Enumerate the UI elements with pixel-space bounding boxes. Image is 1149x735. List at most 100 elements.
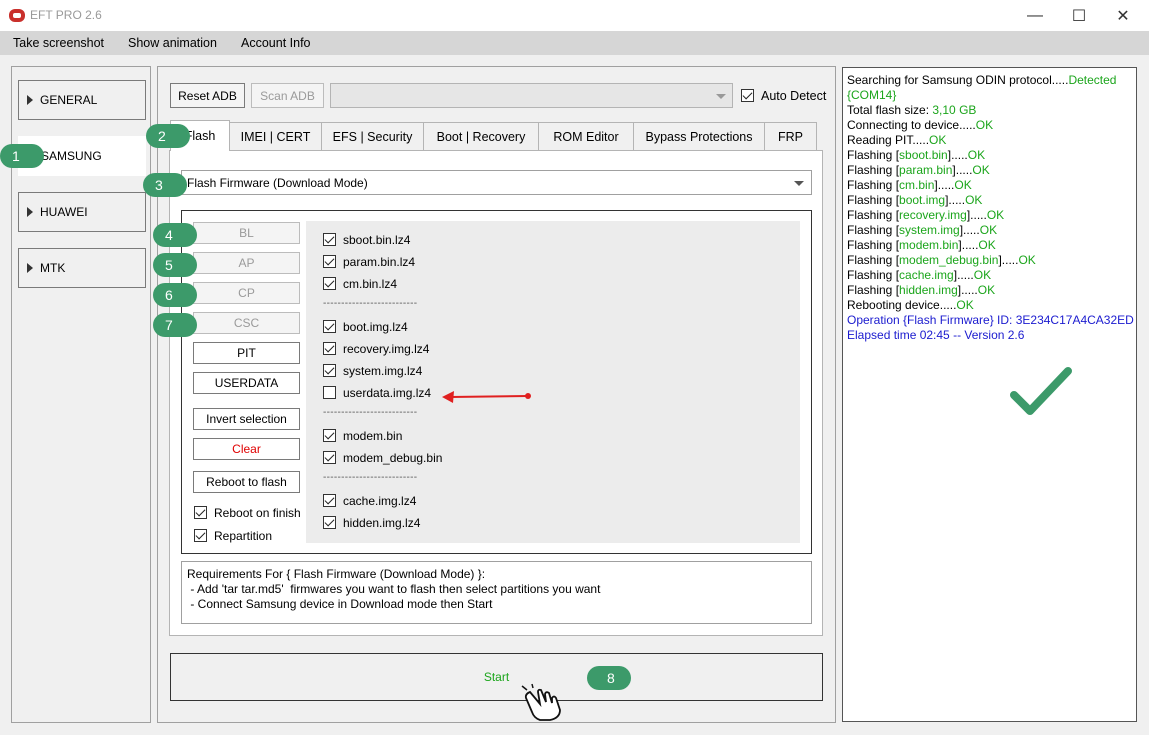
clear-button[interactable]: Clear: [193, 438, 300, 460]
sidebar-item-mtk[interactable]: MTK: [18, 248, 146, 288]
repartition-checkbox[interactable]: [194, 529, 207, 542]
sidebar-item-huawei[interactable]: HUAWEI: [18, 192, 146, 232]
log-line: Operation {Flash Firmware} ID: 3E234C17A…: [847, 313, 1134, 327]
log-line: Reading PIT.....OK: [847, 133, 947, 147]
step-marker: 5: [153, 253, 197, 277]
separator: --------------------------: [323, 472, 418, 483]
partition-label: param.bin.lz4: [343, 255, 416, 269]
partition-checkbox[interactable]: [323, 320, 336, 333]
partition-checkbox[interactable]: [323, 451, 336, 464]
bl-button[interactable]: BL: [193, 222, 300, 244]
requirements-line: - Connect Samsung device in Download mod…: [187, 597, 493, 611]
chevron-down-icon: [716, 94, 726, 99]
cp-button[interactable]: CP: [193, 282, 300, 304]
partition-checkbox[interactable]: [323, 364, 336, 377]
log-line: Flashing [hidden.img].....OK: [847, 283, 996, 297]
sidebar-item-label: HUAWEI: [40, 205, 88, 219]
tab-efs-security[interactable]: EFS | Security: [321, 122, 424, 150]
step-marker: 4: [153, 223, 197, 247]
window-title: EFT PRO 2.6: [30, 8, 102, 22]
menu-show-animation[interactable]: Show animation: [128, 36, 217, 50]
partition-label: modem.bin: [343, 429, 403, 443]
partition-label: cache.img.lz4: [343, 494, 417, 508]
chevron-right-icon: [27, 207, 33, 217]
reboot-on-finish-label: Reboot on finish: [214, 506, 301, 520]
log-line: Flashing [cache.img].....OK: [847, 268, 992, 282]
close-button[interactable]: ✕: [1100, 0, 1146, 31]
chevron-right-icon: [27, 263, 33, 273]
separator: --------------------------: [323, 407, 418, 418]
userdata-button[interactable]: USERDATA: [193, 372, 300, 394]
partition-label: userdata.img.lz4: [343, 386, 432, 400]
sidebar-item-general[interactable]: GENERAL: [18, 80, 146, 120]
log-line: Total flash size: 3,10 GB: [847, 103, 977, 117]
partition-checkbox[interactable]: [323, 429, 336, 442]
partition-checkbox[interactable]: [323, 277, 336, 290]
log-line: Flashing [system.img].....OK: [847, 223, 998, 237]
repartition-label: Repartition: [214, 529, 273, 543]
title-bar: [0, 0, 1149, 31]
userdata-partition-checkbox[interactable]: [323, 386, 336, 399]
sidebar-item-label: MTK: [40, 261, 66, 275]
log-line: Flashing [modem.bin].....OK: [847, 238, 996, 252]
start-button[interactable]: Start: [170, 653, 823, 701]
tab-imei-cert[interactable]: IMEI | CERT: [229, 122, 322, 150]
maximize-button[interactable]: ☐: [1056, 0, 1102, 31]
separator: --------------------------: [323, 298, 418, 309]
partition-label: system.img.lz4: [343, 364, 423, 378]
menu-account-info[interactable]: Account Info: [241, 36, 311, 50]
requirements-line: - Add 'tar tar.md5' firmwares you want t…: [187, 582, 601, 596]
partition-label: boot.img.lz4: [343, 320, 408, 334]
tab-boot-recovery[interactable]: Boot | Recovery: [423, 122, 539, 150]
hand-cursor-icon: [521, 683, 561, 721]
partition-label: sboot.bin.lz4: [343, 233, 411, 247]
auto-detect-checkbox[interactable]: [741, 89, 754, 102]
mode-select[interactable]: Flash Firmware (Download Mode): [181, 170, 812, 195]
partition-label: modem_debug.bin: [343, 451, 443, 465]
log-line: Rebooting device.....OK: [847, 298, 974, 312]
requirements-title: Requirements For { Flash Firmware (Downl…: [187, 567, 486, 581]
log-line: Elapsed time 02:45 -- Version 2.6: [847, 328, 1025, 342]
csc-button[interactable]: CSC: [193, 312, 300, 334]
auto-detect-label: Auto Detect: [761, 89, 827, 103]
tab-rom-editor[interactable]: ROM Editor: [538, 122, 634, 150]
partition-checkbox[interactable]: [323, 233, 336, 246]
partition-checkbox[interactable]: [323, 255, 336, 268]
log-line: Flashing [recovery.img].....OK: [847, 208, 1005, 222]
partition-checkbox[interactable]: [323, 342, 336, 355]
log-line: Flashing [modem_debug.bin].....OK: [847, 253, 1036, 267]
log-line: {COM14}: [847, 88, 897, 102]
ap-button[interactable]: AP: [193, 252, 300, 274]
step-marker: 1: [0, 144, 44, 168]
log-line: Flashing [sboot.bin].....OK: [847, 148, 986, 162]
invert-selection-button[interactable]: Invert selection: [193, 408, 300, 430]
partition-label: hidden.img.lz4: [343, 516, 421, 530]
tab-frp[interactable]: FRP: [764, 122, 817, 150]
port-select[interactable]: [330, 83, 733, 108]
app-logo-icon: [9, 9, 25, 22]
log-line: Flashing [cm.bin].....OK: [847, 178, 972, 192]
step-marker: 8: [587, 666, 631, 690]
log-line: Flashing [param.bin].....OK: [847, 163, 990, 177]
log-line: Connecting to device.....OK: [847, 118, 994, 132]
partition-checkbox[interactable]: [323, 494, 336, 507]
reset-adb-button[interactable]: Reset ADB: [170, 83, 245, 108]
chevron-right-icon: [27, 95, 33, 105]
step-marker: 7: [153, 313, 197, 337]
pit-button[interactable]: PIT: [193, 342, 300, 364]
tab-bypass-protections[interactable]: Bypass Protections: [633, 122, 765, 150]
reboot-on-finish-checkbox[interactable]: [194, 506, 207, 519]
arrow-left-icon: [442, 391, 531, 403]
scan-adb-button[interactable]: Scan ADB: [251, 83, 324, 108]
step-marker: 6: [153, 283, 197, 307]
minimize-button[interactable]: —: [1012, 0, 1058, 31]
partition-checkbox[interactable]: [323, 516, 336, 529]
reboot-to-flash-button[interactable]: Reboot to flash: [193, 471, 300, 493]
sidebar-item-label: SAMSUNG: [41, 149, 102, 163]
chevron-down-icon: [794, 181, 804, 186]
step-marker: 2: [146, 124, 190, 148]
menu-take-screenshot[interactable]: Take screenshot: [13, 36, 104, 50]
sidebar-item-label: GENERAL: [40, 93, 98, 107]
step-marker: 3: [143, 173, 187, 197]
log-line: Flashing [boot.img].....OK: [847, 193, 983, 207]
